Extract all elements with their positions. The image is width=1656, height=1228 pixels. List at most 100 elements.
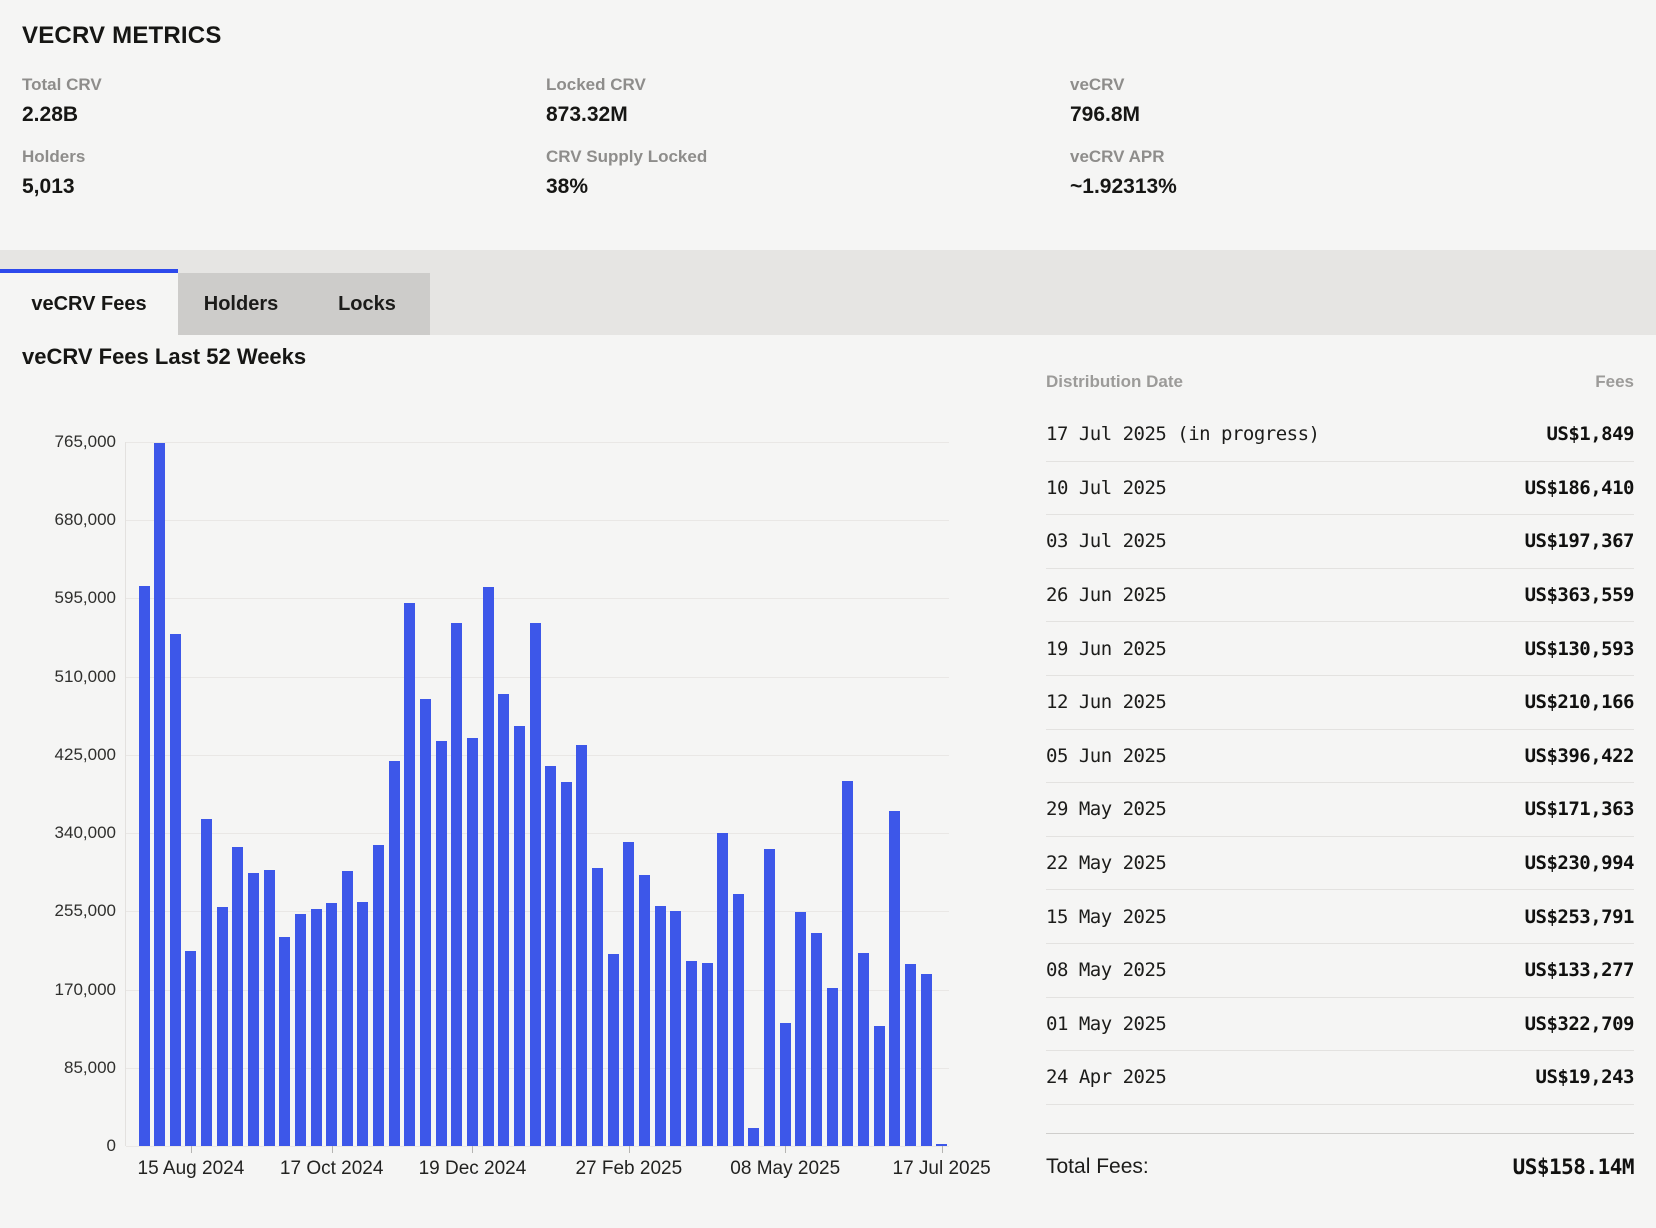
tab-locks[interactable]: Locks — [304, 273, 430, 335]
fee-bar[interactable] — [279, 937, 290, 1146]
metric-crv-supply-locked: CRV Supply Locked38% — [546, 148, 1070, 197]
table-row: 17 Jul 2025 (in progress)US$1,849 — [1046, 408, 1634, 462]
fee-bar[interactable] — [748, 1128, 759, 1146]
fee-bar[interactable] — [702, 963, 713, 1146]
fee-bar[interactable] — [545, 766, 556, 1146]
table-row: 22 May 2025US$230,994 — [1046, 837, 1634, 891]
distribution-date: 26 Jun 2025 — [1046, 584, 1166, 606]
x-axis-tick-label: 17 Oct 2024 — [280, 1158, 384, 1180]
fee-bar[interactable] — [217, 907, 228, 1146]
metrics-grid: Total CRV2.28BLocked CRV873.32MveCRV796.… — [22, 76, 1570, 197]
fee-bar[interactable] — [686, 961, 697, 1146]
fee-amount: US$197,367 — [1525, 530, 1634, 552]
fee-bar[interactable] — [483, 587, 494, 1146]
y-axis-tick-label: 510,000 — [4, 667, 116, 687]
fee-bar[interactable] — [467, 738, 478, 1146]
table-row: 24 Apr 2025US$19,243 — [1046, 1051, 1634, 1105]
tab-vecrv-fees-label: veCRV Fees — [31, 293, 146, 316]
table-row: 12 Jun 2025 US$210,166 — [1046, 676, 1634, 730]
metric-value: 873.32M — [546, 104, 1070, 125]
fee-bar[interactable] — [889, 811, 900, 1146]
gridline — [126, 520, 949, 521]
fee-bar[interactable] — [921, 974, 932, 1146]
fee-bar[interactable] — [608, 954, 619, 1146]
fee-bar[interactable] — [201, 819, 212, 1146]
fee-amount: US$210,166 — [1525, 691, 1634, 713]
x-axis-tick-label: 08 May 2025 — [730, 1158, 840, 1180]
y-axis-tick-label: 425,000 — [4, 745, 116, 765]
fee-bar[interactable] — [780, 1023, 791, 1146]
fee-bar[interactable] — [717, 833, 728, 1146]
metric-label: CRV Supply Locked — [546, 148, 1070, 165]
fee-bar[interactable] — [498, 694, 509, 1146]
fee-bar[interactable] — [764, 849, 775, 1146]
fee-bar[interactable] — [576, 745, 587, 1146]
total-separator — [1046, 1105, 1634, 1134]
fees-table-body: 17 Jul 2025 (in progress)US$1,849 10 Jul … — [1046, 408, 1634, 1105]
metric-label: Holders — [22, 148, 546, 165]
fee-bar[interactable] — [436, 741, 447, 1146]
metric-locked-crv: Locked CRV873.32M — [546, 76, 1070, 125]
fee-bar[interactable] — [827, 988, 838, 1146]
fee-bar[interactable] — [858, 953, 869, 1146]
fee-bar[interactable] — [733, 894, 744, 1146]
y-axis-tick-label: 595,000 — [4, 588, 116, 608]
tab-bar: veCRV Fees Holders Locks — [0, 250, 1656, 335]
column-header-distribution-date: Distribution Date — [1046, 372, 1183, 392]
fee-bar[interactable] — [811, 933, 822, 1146]
x-axis-tick — [472, 1146, 473, 1153]
fee-bar[interactable] — [326, 903, 337, 1146]
distribution-date: 10 Jul 2025 — [1046, 477, 1166, 499]
tab-holders-label: Holders — [204, 293, 278, 316]
fee-bar[interactable] — [139, 586, 150, 1146]
total-fees-row: Total Fees: US$158.14M — [1046, 1134, 1634, 1200]
distribution-date: 01 May 2025 — [1046, 1013, 1166, 1035]
fee-bar[interactable] — [342, 871, 353, 1146]
fee-bar[interactable] — [185, 951, 196, 1146]
fee-bar[interactable] — [655, 906, 666, 1146]
tab-holders[interactable]: Holders — [178, 273, 304, 335]
fee-bar[interactable] — [905, 964, 916, 1146]
fee-bar[interactable] — [154, 443, 165, 1146]
fee-bar[interactable] — [561, 782, 572, 1146]
fee-bar[interactable] — [514, 726, 525, 1146]
table-row: 29 May 2025US$171,363 — [1046, 783, 1634, 837]
fee-bar[interactable] — [530, 623, 541, 1146]
y-axis-tick-label: 255,000 — [4, 901, 116, 921]
fee-bar[interactable] — [874, 1026, 885, 1146]
fee-bar[interactable] — [451, 623, 462, 1146]
table-row: 15 May 2025US$253,791 — [1046, 890, 1634, 944]
fee-bar[interactable] — [795, 912, 806, 1146]
fee-bar[interactable] — [420, 699, 431, 1146]
fee-bar[interactable] — [248, 873, 259, 1146]
fee-bar[interactable] — [264, 870, 275, 1146]
fee-bar[interactable] — [232, 847, 243, 1146]
fee-amount: US$133,277 — [1525, 959, 1634, 981]
page-title: VECRV METRICS — [22, 22, 222, 50]
distribution-date: 29 May 2025 — [1046, 798, 1166, 820]
distribution-date: 12 Jun 2025 — [1046, 691, 1166, 713]
fee-bar[interactable] — [592, 868, 603, 1146]
fee-bar[interactable] — [295, 914, 306, 1146]
fee-bar[interactable] — [639, 875, 650, 1146]
metric-value: 2.28B — [22, 104, 546, 125]
x-axis-tick-label: 15 Aug 2024 — [138, 1158, 245, 1180]
x-axis-tick — [785, 1146, 786, 1153]
total-fees-value: US$158.14M — [1513, 1155, 1634, 1179]
fee-bar[interactable] — [842, 781, 853, 1146]
fee-bar[interactable] — [389, 761, 400, 1146]
fee-bar[interactable] — [170, 634, 181, 1146]
fee-bar[interactable] — [373, 845, 384, 1146]
tab-vecrv-fees[interactable]: veCRV Fees — [0, 269, 178, 335]
fee-bar[interactable] — [623, 842, 634, 1146]
fee-bar[interactable] — [404, 603, 415, 1146]
fee-bar[interactable] — [670, 911, 681, 1146]
y-axis-tick-label: 680,000 — [4, 510, 116, 530]
fee-bar[interactable] — [311, 909, 322, 1146]
distribution-date: 05 Jun 2025 — [1046, 745, 1166, 767]
y-axis-tick-label: 170,000 — [4, 980, 116, 1000]
distribution-date: 24 Apr 2025 — [1046, 1066, 1166, 1088]
distribution-date: 17 Jul 2025 (in progress) — [1046, 423, 1319, 445]
metric-vecrv: veCRV796.8M — [1070, 76, 1570, 125]
fee-bar[interactable] — [357, 902, 368, 1146]
